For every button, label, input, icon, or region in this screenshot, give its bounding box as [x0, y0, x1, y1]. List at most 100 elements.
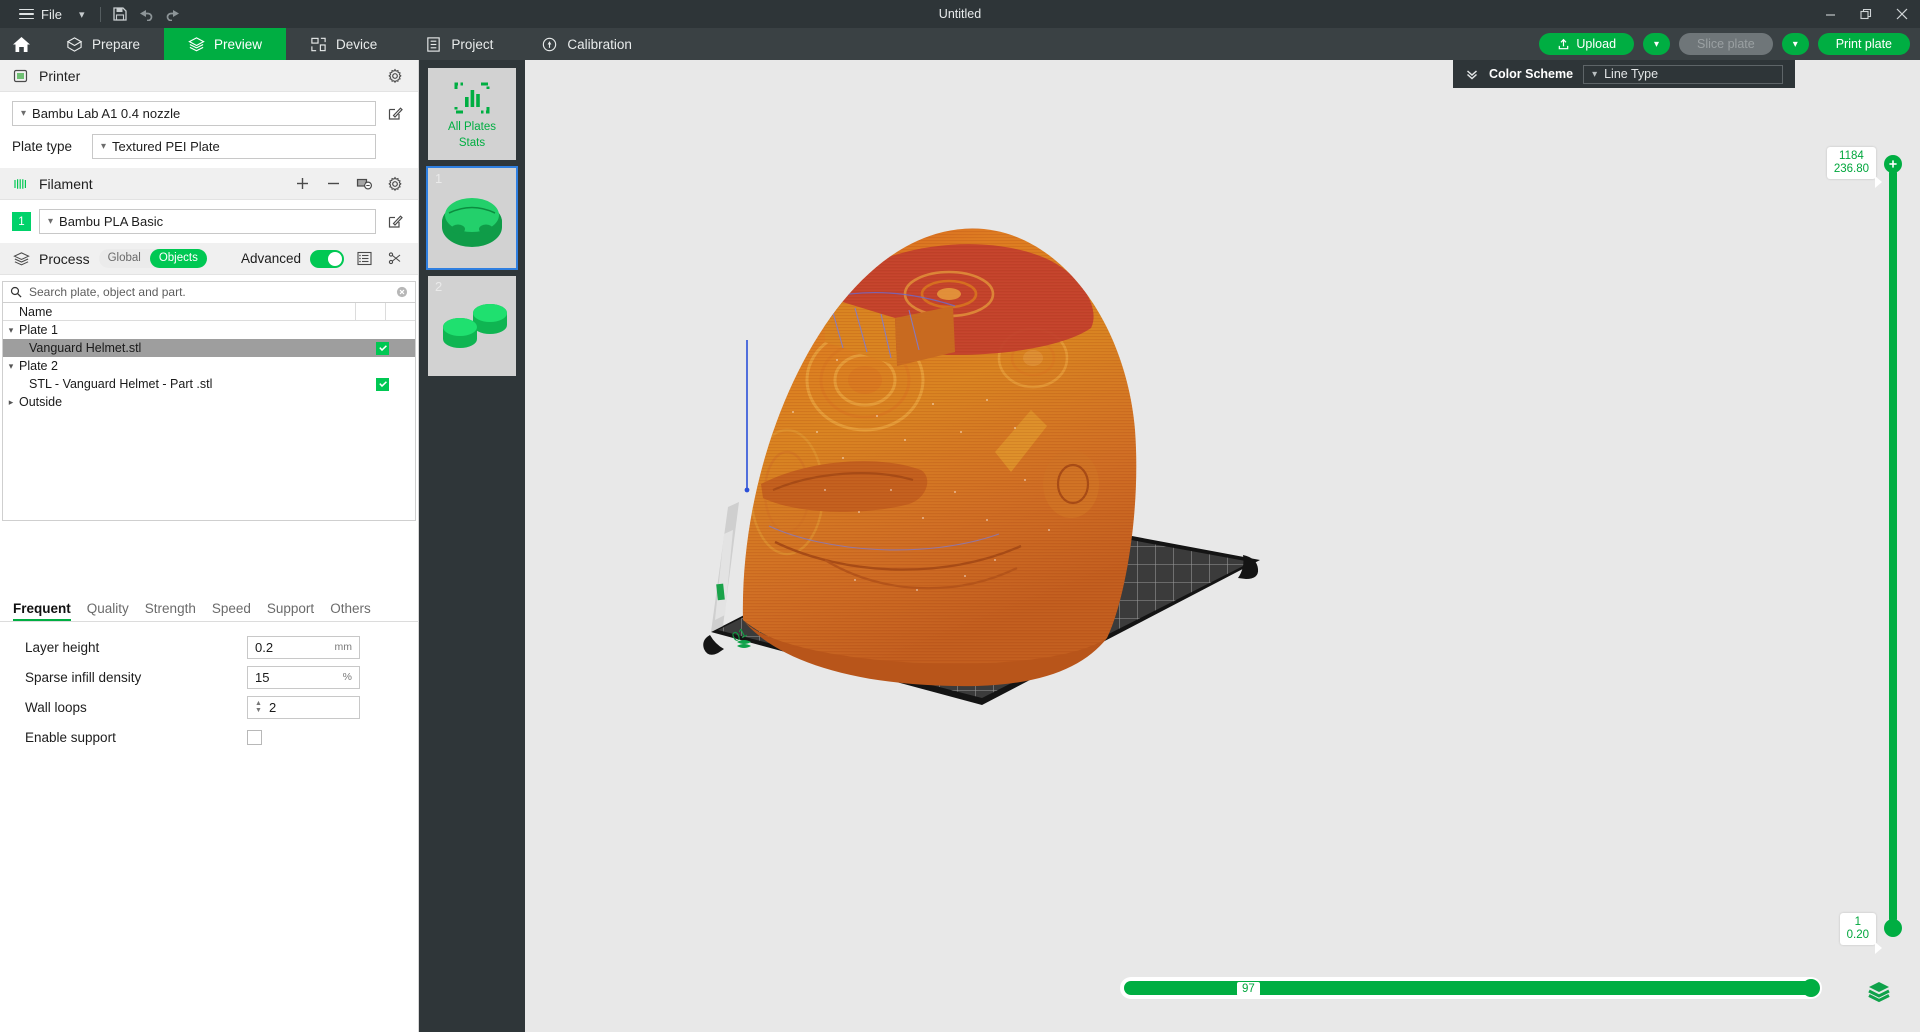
plate-number: 2 [435, 279, 442, 294]
param-label: Sparse infill density [25, 670, 247, 685]
3d-preview-viewport[interactable]: 01 [525, 60, 1920, 1032]
plate-type-label: Plate type [12, 139, 84, 154]
process-section-title: Process [39, 251, 90, 267]
tree-row-label: Outside [19, 395, 415, 409]
row-visible-checkbox[interactable] [376, 378, 389, 391]
restore-icon[interactable] [1848, 0, 1884, 28]
plate-thumbnail-2[interactable]: 2 [428, 276, 516, 376]
all-plates-stats-label-line1: All Plates [448, 121, 496, 134]
chevron-down-icon[interactable]: ▾ [3, 361, 19, 372]
tab-others[interactable]: Others [330, 601, 371, 621]
plate-type-select[interactable]: ▾ Textured PEI Plate [92, 134, 376, 159]
object-search-bar[interactable] [2, 281, 416, 303]
chevron-double-down-icon[interactable] [1465, 67, 1479, 81]
close-icon[interactable] [1884, 0, 1920, 28]
spool-icon[interactable] [353, 173, 375, 195]
param-unit: mm [335, 641, 353, 653]
layer-slider-track[interactable] [1889, 169, 1897, 923]
nav-tab-device[interactable]: Device [286, 28, 401, 60]
param-value: 15 [255, 670, 269, 685]
nav-tab-calibration[interactable]: Calibration [517, 28, 656, 60]
filament-select[interactable]: ▾ Bambu PLA Basic [39, 209, 376, 234]
tree-row-label: Vanguard Helmet.stl [19, 341, 376, 355]
tab-support[interactable]: Support [267, 601, 314, 621]
plate-thumbnail-1[interactable]: 1 [428, 168, 516, 268]
file-menu-button[interactable]: File [12, 0, 69, 28]
tree-row-vanguard-helmet-part[interactable]: STL - Vanguard Helmet - Part .stl [3, 375, 415, 393]
tab-speed[interactable]: Speed [212, 601, 251, 621]
tab-strength[interactable]: Strength [145, 601, 196, 621]
tab-frequent[interactable]: Frequent [13, 601, 71, 621]
enable-support-checkbox[interactable] [247, 730, 262, 745]
gear-icon[interactable] [384, 65, 406, 87]
plate-1-preview [435, 189, 509, 247]
chevron-down-icon: ▾ [1592, 69, 1597, 80]
chevron-down-icon: ▾ [21, 108, 26, 119]
layer-slider-vertical[interactable]: 1184 236.80 1 0.20 [1884, 155, 1902, 937]
filament-slot-badge[interactable]: 1 [12, 212, 31, 231]
edit-printer-icon[interactable] [384, 103, 406, 125]
list-view-icon[interactable] [353, 248, 375, 270]
advanced-toggle[interactable] [310, 250, 344, 268]
slice-dropdown-button[interactable]: ▾ [1643, 33, 1670, 55]
move-slider-horizontal[interactable] [1120, 977, 1822, 999]
move-slider-track[interactable] [1124, 981, 1818, 995]
tree-row-label: STL - Vanguard Helmet - Part .stl [19, 377, 376, 391]
edit-filament-icon[interactable] [384, 211, 406, 233]
layers-stack-icon[interactable] [1866, 978, 1892, 1004]
upload-button[interactable]: Upload [1539, 33, 1634, 55]
tree-row-label: Plate 1 [19, 323, 415, 337]
wall-loops-input[interactable]: ▲▼ 2 [247, 696, 360, 719]
chevron-down-icon[interactable]: ▾ [69, 8, 95, 21]
minus-icon[interactable] [322, 173, 344, 195]
scope-objects-option[interactable]: Objects [150, 249, 207, 268]
printer-section-title: Printer [39, 68, 80, 84]
spinner-arrows-icon[interactable]: ▲▼ [255, 701, 262, 714]
printer-section-header: Printer [0, 60, 418, 92]
undo-icon[interactable] [133, 0, 159, 28]
redo-icon[interactable] [159, 0, 185, 28]
tree-row-plate-2[interactable]: ▾ Plate 2 [3, 357, 415, 375]
save-icon[interactable] [107, 0, 133, 28]
plus-icon[interactable] [291, 173, 313, 195]
color-scheme-value: Line Type [1604, 67, 1658, 81]
search-input[interactable] [29, 285, 389, 299]
object-tree[interactable]: Name ▾ Plate 1 Vanguard Helmet.stl ▾ Pla… [2, 303, 416, 521]
tree-row-plate-1[interactable]: ▾ Plate 1 [3, 321, 415, 339]
print-dropdown-button[interactable]: ▾ [1782, 33, 1809, 55]
home-icon[interactable] [0, 28, 42, 60]
layer-slider-lower-handle[interactable] [1884, 919, 1902, 937]
param-row-layer-height: Layer height 0.2 mm [0, 632, 419, 662]
minimize-icon[interactable] [1812, 0, 1848, 28]
all-plates-stats-label-line2: Stats [459, 137, 485, 150]
all-plates-stats-button[interactable]: All Plates Stats [428, 68, 516, 160]
file-menu-label: File [41, 7, 62, 22]
process-section-header: Process Global Objects Advanced [0, 243, 418, 275]
param-value: 0.2 [255, 640, 273, 655]
layer-height-input[interactable]: 0.2 mm [247, 636, 360, 659]
clear-icon[interactable] [396, 286, 408, 298]
chevron-down-icon[interactable]: ▾ [3, 325, 19, 336]
tree-row-outside[interactable]: ▸ Outside [3, 393, 415, 411]
slice-plate-button[interactable]: Slice plate [1679, 33, 1773, 55]
scope-global-option[interactable]: Global [99, 249, 150, 268]
hamburger-icon [19, 9, 34, 20]
filament-section-title: Filament [39, 176, 93, 192]
layer-slider-upper-handle[interactable] [1884, 155, 1902, 173]
tree-row-vanguard-helmet[interactable]: Vanguard Helmet.stl [3, 339, 415, 357]
process-scope-toggle[interactable]: Global Objects [99, 249, 207, 268]
row-visible-checkbox[interactable] [376, 342, 389, 355]
layer-slider-upper-tooltip: 1184 236.80 [1827, 147, 1876, 179]
tab-quality[interactable]: Quality [87, 601, 129, 621]
chevron-right-icon[interactable]: ▸ [3, 397, 19, 408]
color-scheme-select[interactable]: ▾ Line Type [1583, 65, 1783, 84]
nav-tab-project[interactable]: Project [401, 28, 517, 60]
compare-icon[interactable] [384, 248, 406, 270]
printer-model-select[interactable]: ▾ Bambu Lab A1 0.4 nozzle [12, 101, 376, 126]
gear-icon[interactable] [384, 173, 406, 195]
print-plate-button[interactable]: Print plate [1818, 33, 1910, 55]
sparse-infill-density-input[interactable]: 15 % [247, 666, 360, 689]
nav-tab-prepare[interactable]: Prepare [42, 28, 164, 60]
nav-tab-preview[interactable]: Preview [164, 28, 286, 60]
move-slider-handle[interactable] [1802, 979, 1820, 997]
